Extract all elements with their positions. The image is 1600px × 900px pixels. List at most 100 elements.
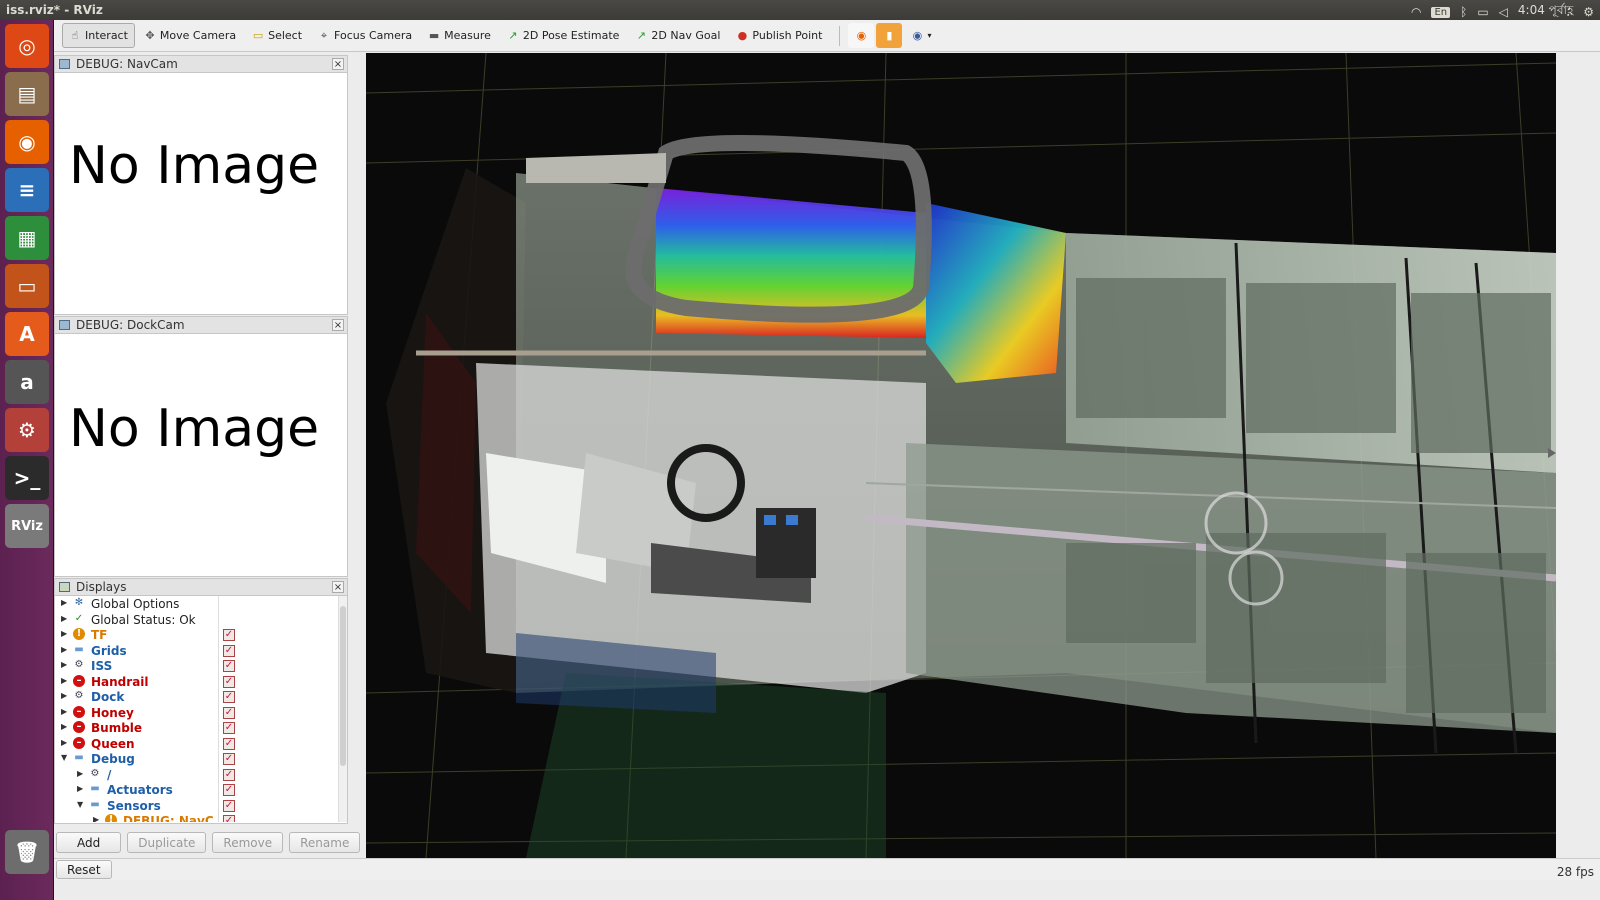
tool-focus-camera[interactable]: ⌖ Focus Camera [311, 23, 419, 48]
enable-checkbox[interactable]: ✓ [223, 660, 235, 672]
remove-button[interactable]: Remove [212, 832, 284, 853]
enable-checkbox[interactable]: ✓ [223, 799, 235, 812]
enable-checkbox[interactable]: ✓ [223, 629, 235, 641]
clock[interactable]: 4:04 পূর্বাহ্ণ [1518, 2, 1573, 22]
tree-row[interactable]: ▶ – Honey ✓ [55, 705, 347, 722]
folder-icon: ▬ [74, 643, 84, 655]
tree-row[interactable]: ▶ ▬ Actuators ✓ [55, 783, 347, 799]
firefox-icon[interactable]: ◉ [848, 23, 875, 48]
firefox-icon[interactable]: ◉ [5, 120, 49, 164]
expand-right-icon[interactable]: ▶ [61, 645, 67, 654]
dockcam-panel-header: DEBUG: DockCam × [55, 317, 347, 334]
navcam-panel-header: DEBUG: NavCam × [55, 56, 347, 73]
tree-row-label: Honey [91, 705, 134, 720]
microphone-icon[interactable]: ▮ [876, 23, 903, 48]
expand-down-icon[interactable]: ▼ [61, 753, 67, 762]
terminal-icon[interactable]: >_ [5, 456, 49, 500]
tool-move-camera[interactable]: ✥ Move Camera [137, 23, 243, 48]
ubuntu-icon[interactable]: ◎ [5, 24, 49, 68]
expand-right-icon[interactable]: ▶ [61, 738, 67, 747]
enable-checkbox[interactable]: ✓ [223, 675, 235, 688]
tree-row[interactable]: ▶ ⚙ / ✓ [55, 768, 347, 784]
enable-checkbox[interactable]: ✓ [223, 737, 235, 750]
tool-interact[interactable]: ☝ Interact [62, 23, 135, 48]
tool-select[interactable]: ▭ Select [245, 23, 309, 48]
add-button[interactable]: Add [56, 832, 122, 853]
tree-row-label: Grids [91, 643, 127, 658]
expand-down-icon[interactable]: ▼ [77, 800, 83, 809]
tree-row[interactable]: ▶ ▬ Grids ✓ [55, 644, 347, 660]
amazon-icon[interactable]: a [5, 360, 49, 404]
bluetooth-icon[interactable]: ᛒ [1460, 5, 1467, 19]
close-icon[interactable]: × [332, 319, 344, 331]
navcam-panel: DEBUG: NavCam × No Image [54, 55, 348, 315]
folder-icon: ▬ [74, 752, 84, 763]
tree-row-label: DEBUG: NavC [123, 814, 214, 822]
tree-row[interactable]: ▼ ▬ Debug ✓ [55, 752, 347, 768]
tree-row[interactable]: ▶! TF ✓ [55, 628, 347, 644]
tree-row[interactable]: ▶ ⚙ Dock ✓ [55, 690, 347, 706]
duplicate-button[interactable]: Duplicate [127, 832, 207, 853]
robot-icon: ⚙ [74, 659, 84, 670]
expand-right-icon[interactable]: ▶ [61, 676, 67, 685]
enable-checkbox[interactable]: ✓ [223, 691, 235, 703]
close-icon[interactable]: × [332, 58, 344, 70]
files-icon[interactable]: ▤ [5, 72, 49, 116]
expand-right-icon[interactable]: ▶ [61, 598, 67, 607]
hand-icon: ☝ [71, 28, 79, 42]
expand-right-icon[interactable]: ▶ [61, 691, 67, 700]
tree-row-label: Handrail [91, 674, 149, 689]
expand-right-icon[interactable]: ▶ [61, 660, 67, 669]
tool-publish-point[interactable]: ● Publish Point [729, 23, 829, 48]
wifi-icon[interactable]: ◠ [1411, 5, 1421, 19]
tool-measure[interactable]: ▬ Measure [421, 23, 498, 48]
check-icon: ✓ [74, 612, 84, 624]
enable-checkbox[interactable]: ✓ [223, 784, 235, 796]
power-gear-icon[interactable]: ⚙ [1583, 5, 1594, 19]
impress-icon[interactable]: ▭ [5, 264, 49, 308]
calc-icon[interactable]: ▦ [5, 216, 49, 260]
tree-row[interactable]: ▶ ✓ Global Status: Ok [55, 613, 347, 629]
battery-icon[interactable]: ▭ [1477, 5, 1488, 19]
expand-right-icon[interactable]: ▶ [61, 629, 67, 638]
tool-2d-pose-estimate[interactable]: ↗ 2D Pose Estimate [500, 23, 627, 48]
3d-render-view[interactable] [366, 53, 1556, 858]
enable-checkbox[interactable]: ✓ [223, 815, 235, 822]
enable-checkbox[interactable]: ✓ [223, 722, 235, 734]
writer-icon[interactable]: ≡ [5, 168, 49, 212]
software-center-icon[interactable]: A [5, 312, 49, 356]
rename-button[interactable]: Rename [289, 832, 361, 853]
enable-checkbox[interactable]: ✓ [223, 753, 235, 765]
expand-right-icon[interactable]: ▶ [61, 614, 67, 623]
enable-checkbox[interactable]: ✓ [223, 644, 235, 657]
rviz-icon[interactable]: RViz [5, 504, 49, 548]
tree-row[interactable]: ▶ – Handrail ✓ [55, 674, 347, 691]
expand-right-icon[interactable]: ▶ [61, 707, 67, 716]
settings-icon[interactable]: ⚙ [5, 408, 49, 452]
enable-checkbox[interactable]: ✓ [223, 768, 235, 781]
arrow-icon: ↗ [508, 28, 518, 42]
tree-row-label: TF [91, 628, 108, 642]
arrow-icon: ↗ [636, 28, 647, 42]
tree-row[interactable]: ▶ – Bumble ✓ [55, 721, 347, 737]
expand-right-icon[interactable]: ▶ [77, 769, 83, 778]
iss-scene[interactable] [366, 53, 1556, 858]
trash-icon[interactable]: 🗑 [5, 830, 49, 874]
language-indicator[interactable]: En [1431, 6, 1451, 18]
tree-row[interactable]: ▶! DEBUG: NavC ✓ [55, 814, 347, 822]
expand-right-icon[interactable]: ▶ [77, 784, 83, 793]
view-options-icon[interactable]: ◉ ▾ [904, 23, 938, 48]
tree-row[interactable]: ▶ ⚙ ISS ✓ [55, 659, 347, 675]
reset-button[interactable]: Reset [56, 860, 112, 879]
tool-2d-nav-goal[interactable]: ↗ 2D Nav Goal [628, 23, 727, 48]
tree-row[interactable]: ▶ ✻ Global Options [55, 597, 347, 613]
volume-icon[interactable]: ◁ [1499, 5, 1508, 19]
tree-row[interactable]: ▼ ▬ Sensors ✓ [55, 799, 347, 815]
enable-checkbox[interactable]: ✓ [223, 706, 235, 719]
tree-row-label: Dock [91, 690, 125, 704]
close-icon[interactable]: × [332, 581, 344, 593]
tree-row[interactable]: ▶ – Queen ✓ [55, 736, 347, 753]
expand-right-icon[interactable]: ▶ [61, 722, 67, 731]
expand-right-icon[interactable]: ▶ [93, 815, 99, 822]
dockcam-no-image: No Image [69, 399, 320, 459]
